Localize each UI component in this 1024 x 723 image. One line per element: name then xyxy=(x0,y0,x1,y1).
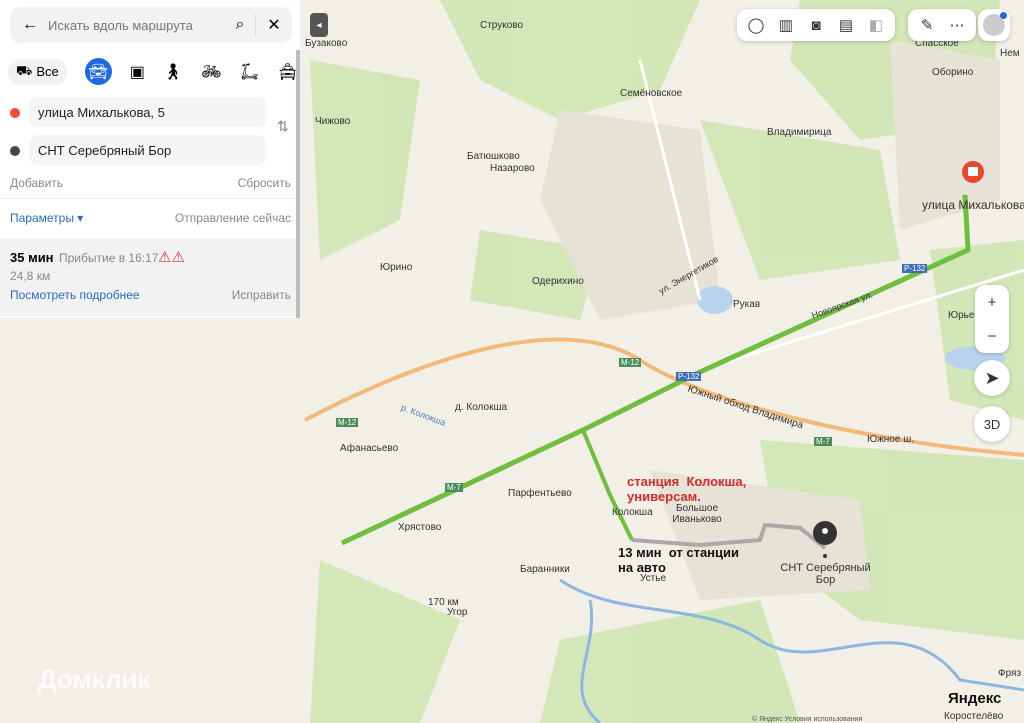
photo-icon[interactable]: ◙ xyxy=(801,10,831,40)
search-input[interactable]: Искать вдоль маршрута xyxy=(48,18,225,33)
map-label: Оборино xyxy=(932,67,974,78)
ruler-icon[interactable]: ✎ xyxy=(912,10,942,40)
map-label: Назарово xyxy=(490,163,535,174)
transit-icon[interactable]: ▤ xyxy=(831,10,861,40)
all-modes-icon: ⛟ xyxy=(16,62,33,78)
route-distance: 24,8 км xyxy=(10,269,51,283)
annotation-station: станция Колокша, универсам. xyxy=(627,474,747,504)
3d-button[interactable]: 3D xyxy=(974,406,1010,442)
map-book-icon[interactable]: ▥ xyxy=(771,10,801,40)
road-sign: М-7 xyxy=(814,437,832,446)
mode-all-label: Все xyxy=(36,64,59,79)
reset-link[interactable]: Сбросить xyxy=(238,176,291,190)
origin-pin-icon xyxy=(962,161,984,183)
map-label: Нем xyxy=(1000,48,1020,59)
route-arrival: Прибытие в 16:17 xyxy=(59,251,159,265)
map-label: Бузаково xyxy=(305,38,348,49)
route-details-link[interactable]: Посмотреть подробнее xyxy=(10,288,140,302)
copyright: © Яндекс Условия использования xyxy=(752,716,863,723)
road-warning-icon: ⚠⚠ xyxy=(158,249,185,266)
mode-walk-icon[interactable]: 🚶︎ xyxy=(163,62,183,82)
map-label: СНТ Серебряный Бор xyxy=(780,562,871,586)
destination-dot xyxy=(10,146,20,156)
road-sign: М-7 xyxy=(445,483,463,492)
map-label: Угор xyxy=(447,607,468,618)
watermark: Домклик xyxy=(38,664,151,694)
departure-time[interactable]: Отправление сейчас xyxy=(175,211,291,225)
mode-car-icon[interactable]: 🚘︎ xyxy=(84,58,112,85)
route-duration: 35 мин xyxy=(10,250,54,265)
transport-modes: ⛟ Все 🚘︎ ▣ 🚶︎ 🚲︎ 🛴︎ 🚖︎ xyxy=(8,58,298,85)
map-label: Южное ш. xyxy=(867,434,915,445)
map-label: Чижово xyxy=(315,116,351,127)
close-icon[interactable]: ✕ xyxy=(256,15,292,35)
map-label: Афанасьево xyxy=(340,443,399,454)
mode-all[interactable]: ⛟ Все xyxy=(8,58,67,85)
yandex-logo: Яндекс xyxy=(948,690,1002,707)
map-label: Фряз xyxy=(998,668,1022,679)
zoom-out-icon[interactable]: − xyxy=(977,321,1007,351)
map-label: д. Колокша xyxy=(455,402,508,413)
mode-scooter-icon[interactable]: 🛴︎ xyxy=(239,62,259,82)
notification-dot xyxy=(1000,12,1007,19)
origin-field[interactable]: улица Михалькова, 5 xyxy=(29,97,266,127)
map-label: Коростелёво xyxy=(944,711,1004,722)
profile-button[interactable] xyxy=(978,9,1010,41)
zoom-control: + − xyxy=(975,285,1009,353)
route-search-bar: ← Искать вдоль маршрута ⌕ ✕ xyxy=(10,7,292,43)
mode-bus-icon[interactable]: ▣ xyxy=(130,62,145,82)
map-label: Юрино xyxy=(380,262,413,273)
road-sign: Р-132 xyxy=(902,264,928,273)
annotation-time: 13 мин от станции на авто xyxy=(618,545,740,575)
parameters-dropdown[interactable]: Параметры ▾ xyxy=(10,211,83,225)
map-label: Большое Иваньково xyxy=(672,503,722,525)
destination-field[interactable]: СНТ Серебряный Бор xyxy=(29,135,266,165)
origin-dot xyxy=(10,108,20,118)
map-label: Струково xyxy=(480,20,524,31)
map-label: Семёновское xyxy=(620,88,683,99)
add-point-link[interactable]: Добавить xyxy=(10,176,63,190)
map-label: улица Михалькова xyxy=(922,198,1024,212)
collapse-panel-button[interactable]: ◂ xyxy=(310,13,328,37)
swap-icon[interactable]: ⇅ xyxy=(277,118,289,135)
search-icon[interactable]: ⌕ xyxy=(225,16,255,34)
report-fix-link[interactable]: Исправить xyxy=(232,288,291,302)
location-arrow-icon: ➤ xyxy=(984,367,1000,388)
panorama-icon[interactable]: ◯ xyxy=(741,10,771,40)
map-layers-toolbar: ◯ ▥ ◙ ▤ ◧ xyxy=(737,9,895,41)
map-label: Одерихино xyxy=(532,276,584,287)
road-sign: М-12 xyxy=(619,358,642,367)
map-label: Рукав xyxy=(733,299,761,310)
map-label: Колокша xyxy=(612,507,653,518)
map-label: Баранники xyxy=(520,564,570,575)
mode-taxi-icon[interactable]: 🚖︎ xyxy=(278,62,298,82)
road-sign: Р-132 xyxy=(676,372,702,381)
scrollbar[interactable] xyxy=(296,50,300,318)
map-label: Парфентьево xyxy=(508,488,572,499)
map-label: Батюшково xyxy=(467,151,520,162)
map-label: Хрястово xyxy=(398,522,442,533)
map-label: Владимирица xyxy=(767,127,832,138)
zoom-in-icon[interactable]: + xyxy=(977,287,1007,317)
more-icon[interactable]: ⋯ xyxy=(942,10,972,40)
layers-icon[interactable]: ◧ xyxy=(861,10,891,40)
route-panel: ← Искать вдоль маршрута ⌕ ✕ ⛟ Все 🚘︎ ▣ 🚶︎… xyxy=(0,0,300,318)
mode-bike-icon[interactable]: 🚲︎ xyxy=(201,62,221,82)
road-sign: М-12 xyxy=(336,418,359,427)
tools-toolbar: ✎ ⋯ xyxy=(908,9,976,41)
route-option[interactable]: 35 мин Прибытие в 16:17 ⚠⚠ 24,8 км Посмо… xyxy=(0,238,300,316)
back-arrow-icon[interactable]: ← xyxy=(22,16,38,34)
locate-button[interactable]: ➤ xyxy=(974,360,1010,396)
